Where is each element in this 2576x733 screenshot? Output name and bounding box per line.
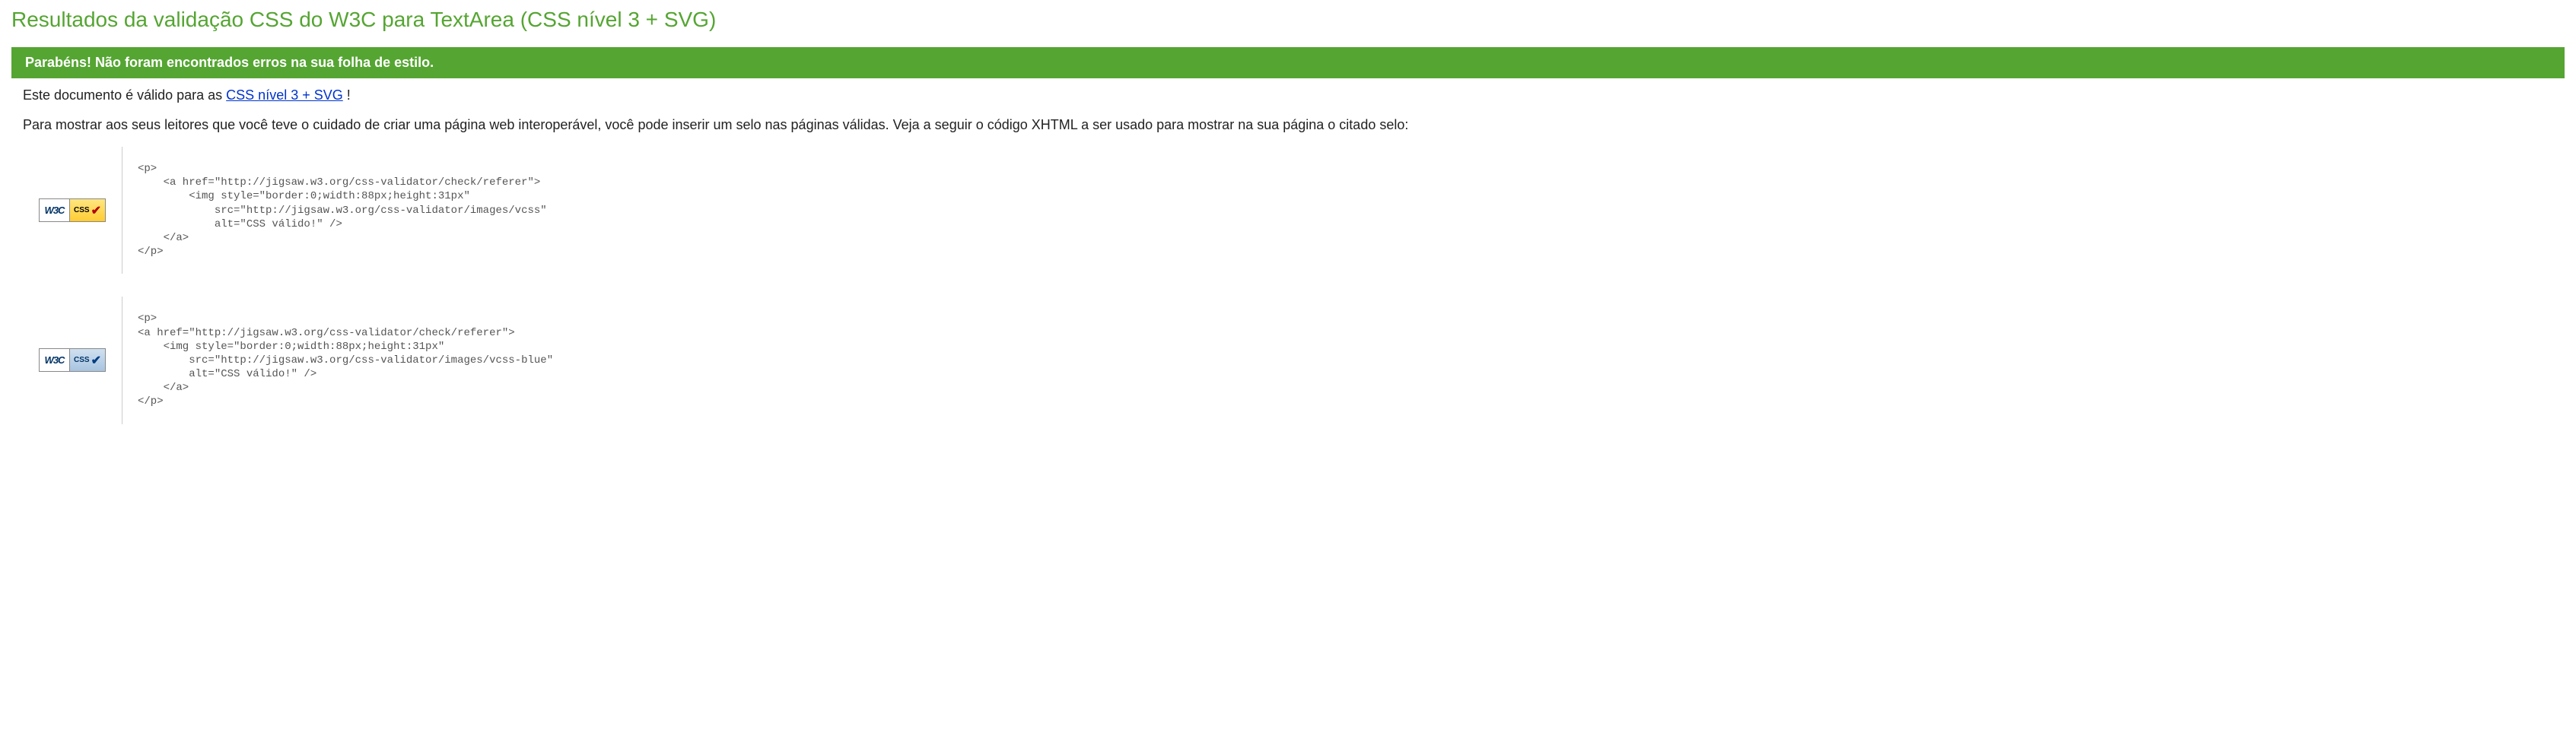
css-label-blue: CSS ✔ <box>70 349 105 371</box>
intro-text: Para mostrar aos seus leitores que você … <box>23 117 2553 133</box>
checkmark-icon: ✔ <box>91 203 101 218</box>
w3c-css-blue-badge-icon: W3C CSS ✔ <box>39 348 106 372</box>
code-block-blue: <p> <a href="http://jigsaw.w3.org/css-va… <box>138 312 553 408</box>
code-cell-gold: <p> <a href="http://jigsaw.w3.org/css-va… <box>122 147 562 274</box>
css-text: CSS <box>74 206 90 214</box>
w3c-label: W3C <box>40 199 70 221</box>
code-cell-blue: <p> <a href="http://jigsaw.w3.org/css-va… <box>122 297 568 424</box>
css-level-link[interactable]: CSS nível 3 + SVG <box>226 87 343 103</box>
w3c-css-gold-badge-icon: W3C CSS ✔ <box>39 198 106 222</box>
content-area: Este documento é válido para as CSS níve… <box>0 78 2576 456</box>
code-block-gold: <p> <a href="http://jigsaw.w3.org/css-va… <box>138 162 547 259</box>
checkmark-icon: ✔ <box>91 353 101 368</box>
w3c-label-blue: W3C <box>40 349 70 371</box>
badge-cell-blue: W3C CSS ✔ <box>23 348 122 372</box>
valid-doc-prefix: Este documento é válido para as <box>23 87 226 103</box>
valid-doc-suffix: ! <box>343 87 351 103</box>
valid-document-text: Este documento é válido para as CSS níve… <box>23 87 2553 103</box>
css-label-gold: CSS ✔ <box>70 199 105 221</box>
badge-row-gold: W3C CSS ✔ <p> <a href="http://jigsaw.w3.… <box>23 147 2553 274</box>
page-title: Resultados da validação CSS do W3C para … <box>0 0 2576 40</box>
congrats-banner: Parabéns! Não foram encontrados erros na… <box>11 47 2565 78</box>
badge-cell-gold: W3C CSS ✔ <box>23 198 122 222</box>
badge-row-blue: W3C CSS ✔ <p> <a href="http://jigsaw.w3.… <box>23 297 2553 424</box>
css-text-blue: CSS <box>74 356 90 364</box>
